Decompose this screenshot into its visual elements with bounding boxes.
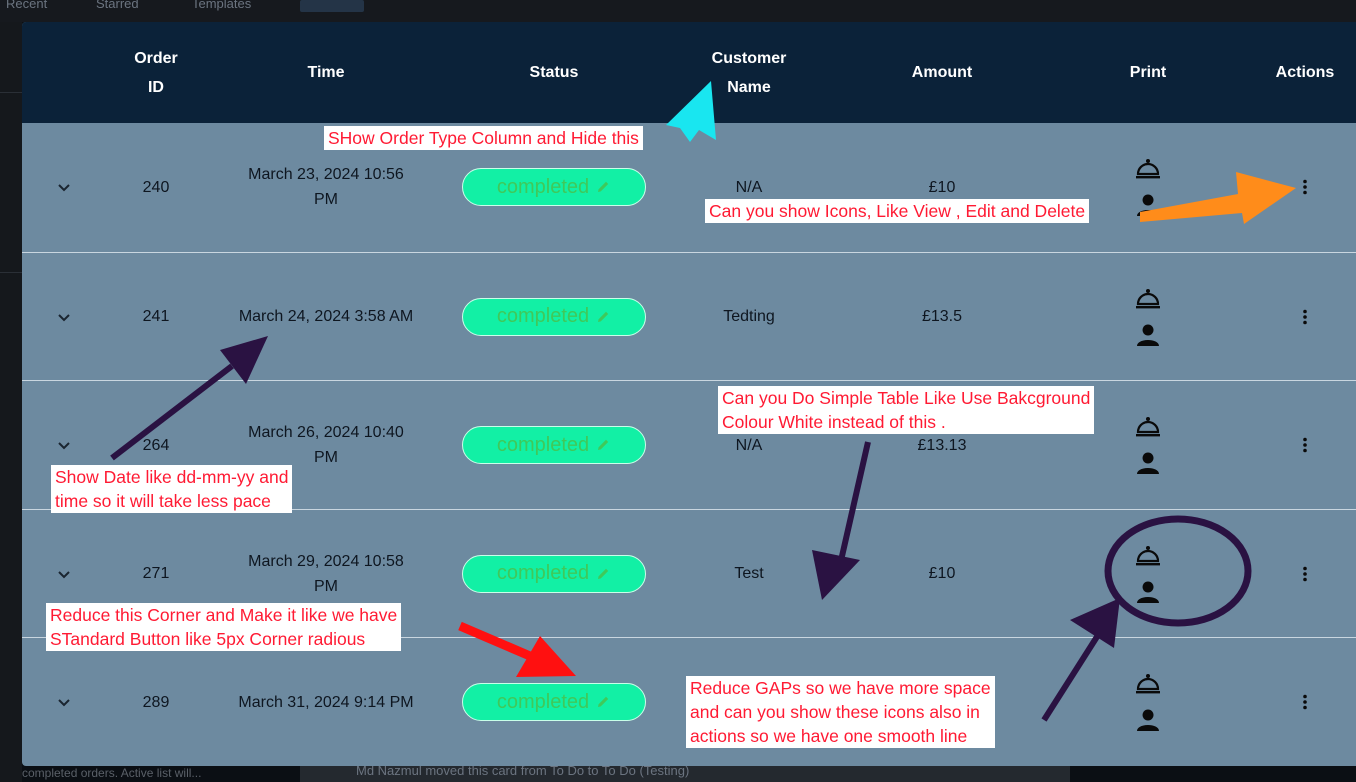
actions-menu-button[interactable] — [1288, 123, 1322, 251]
cell-amount: £10 — [928, 178, 956, 196]
cell-order-id: 240 — [142, 178, 170, 196]
cell-print — [1098, 381, 1198, 509]
expand-row-button[interactable] — [48, 123, 80, 251]
status-label: completed — [496, 690, 590, 713]
pencil-icon — [595, 437, 611, 453]
cell-time: March 24, 2024 3:58 AM — [238, 308, 414, 325]
background-toolbar: Recent Starred Templates — [0, 0, 1356, 22]
expand-row-button[interactable] — [48, 638, 80, 766]
cell-amount: £13.5 — [921, 308, 963, 325]
kebab-menu-icon — [1302, 566, 1308, 582]
cell-print — [1098, 253, 1198, 381]
kebab-menu-icon — [1302, 694, 1308, 710]
actions-menu-button[interactable] — [1288, 510, 1322, 638]
actions-menu-button[interactable] — [1288, 381, 1322, 509]
cell-customer-name: Test — [734, 565, 764, 582]
pencil-icon — [595, 179, 611, 195]
cell-status: completed — [462, 510, 646, 638]
chevron-down-icon — [56, 566, 72, 582]
header-amount[interactable]: Amount — [882, 22, 1002, 123]
background-sidebar — [0, 22, 22, 782]
annotation-corner-radius: Reduce this Corner and Make it like we h… — [46, 603, 402, 651]
annotation-action-icons: Can you show Icons, Like View , Edit and… — [705, 199, 1090, 223]
annotation-order-type: SHow Order Type Column and Hide this — [324, 126, 643, 150]
pencil-icon — [595, 309, 611, 325]
table-row[interactable]: 240 March 23, 2024 10:56 PM completed N/A £1… — [22, 123, 1356, 251]
actions-menu-button[interactable] — [1288, 638, 1322, 766]
header-time[interactable]: Time — [236, 22, 416, 123]
person-icon[interactable] — [1136, 581, 1160, 603]
status-pill-button[interactable]: completed — [462, 297, 646, 336]
cell-amount: £10 — [928, 565, 956, 582]
expand-row-button[interactable] — [48, 253, 80, 381]
header-actions: Actions — [1275, 64, 1335, 81]
status-label: completed — [496, 562, 590, 584]
background-create-button[interactable] — [300, 0, 364, 12]
background-tab[interactable]: Templates — [192, 0, 251, 11]
cloche-icon[interactable] — [1135, 158, 1161, 180]
person-icon[interactable] — [1136, 324, 1160, 346]
status-label: completed — [496, 433, 590, 456]
background-card-text: completed orders. Active list will... — [22, 766, 202, 780]
table-header: Order ID Time Status Customer Name Amoun… — [22, 22, 1356, 123]
status-pill-button[interactable]: completed — [462, 554, 646, 593]
chevron-down-icon — [56, 309, 72, 325]
cell-time: March 31, 2024 9:14 PM — [238, 693, 414, 711]
cell-print — [1098, 638, 1198, 766]
cloche-icon[interactable] — [1135, 416, 1161, 438]
cell-print — [1098, 123, 1198, 251]
cell-order-id: 241 — [142, 308, 170, 325]
kebab-menu-icon — [1302, 309, 1308, 325]
kebab-menu-icon — [1302, 437, 1308, 453]
actions-menu-button[interactable] — [1288, 253, 1322, 381]
status-label: completed — [496, 305, 590, 327]
cloche-icon[interactable] — [1135, 673, 1161, 695]
pencil-icon — [595, 566, 611, 582]
cell-order-id: 289 — [142, 693, 170, 711]
annotation-reduce-gaps: Reduce GAPs so we have more space and ca… — [686, 676, 995, 748]
status-pill-button[interactable]: completed — [462, 168, 646, 206]
background-tab[interactable]: Starred — [96, 0, 139, 11]
annotation-simple-table: Can you Do Simple Table Like Use Bakcgro… — [718, 386, 1095, 434]
person-icon[interactable] — [1136, 709, 1160, 731]
cell-customer-name: Tedting — [723, 308, 775, 325]
background-activity: Md Nazmul moved this card from To Do to … — [300, 764, 1070, 782]
cell-customer-name: N/A — [735, 178, 763, 196]
annotation-date-format: Show Date like dd-mm-yy and time so it w… — [51, 465, 293, 513]
background-tab[interactable]: Recent — [6, 0, 47, 11]
status-label: completed — [496, 175, 590, 198]
cloche-icon[interactable] — [1135, 288, 1161, 310]
person-icon[interactable] — [1136, 452, 1160, 474]
cell-status: completed — [462, 253, 646, 381]
chevron-down-icon — [56, 437, 72, 453]
kebab-menu-icon — [1302, 179, 1308, 195]
table-row[interactable]: 241 March 24, 2024 3:58 AM completed Tedtin… — [22, 251, 1356, 381]
header-customer-name[interactable]: Customer Name — [688, 22, 810, 123]
header-print: Print — [1129, 64, 1167, 81]
header-status[interactable]: Status — [464, 22, 644, 123]
cell-status: completed — [462, 638, 646, 766]
person-icon[interactable] — [1136, 194, 1160, 216]
status-pill-button[interactable]: completed — [462, 683, 646, 721]
cell-status: completed — [462, 381, 646, 509]
chevron-down-icon — [56, 694, 72, 710]
pencil-icon — [595, 694, 611, 710]
cell-print — [1098, 510, 1198, 638]
status-pill-button[interactable]: completed — [462, 426, 646, 464]
header-order-id[interactable]: Order ID — [116, 22, 196, 123]
cloche-icon[interactable] — [1135, 545, 1161, 567]
orders-table: Order ID Time Status Customer Name Amoun… — [22, 22, 1356, 766]
chevron-down-icon — [56, 179, 72, 195]
